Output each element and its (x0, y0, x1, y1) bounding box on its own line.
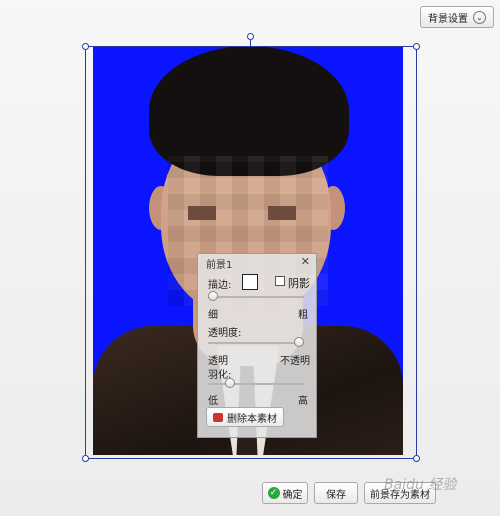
watermark: Baidu 经验 (384, 477, 457, 493)
rotate-handle[interactable] (247, 33, 254, 40)
stroke-slider-knob[interactable] (208, 291, 218, 301)
left-eye-shape (188, 206, 216, 220)
feather-slider-knob[interactable] (225, 378, 235, 388)
foreground-panel: 前景1 ✕ 描边: 阴影 细 粗 透明度: 透明 不透明 羽化: 低 高 删除本… (197, 253, 317, 438)
thin-label: 细 (208, 310, 218, 321)
save-label: 保存 (326, 489, 346, 501)
resize-handle-bottom-left[interactable] (82, 455, 89, 462)
stroke-color-swatch[interactable] (242, 274, 258, 290)
low-label: 低 (208, 396, 218, 407)
save-button[interactable]: 保存 (314, 482, 358, 504)
resize-handle-top-right[interactable] (413, 43, 420, 50)
delete-material-button[interactable]: 删除本素材 (206, 407, 284, 427)
feather-slider[interactable] (208, 378, 304, 388)
rotation-line (250, 40, 251, 46)
not-transparent-label: 不透明 (280, 356, 310, 367)
opaque-label: 透明 (208, 356, 228, 367)
delete-icon (213, 412, 223, 422)
chevron-down-icon: ⌄ (473, 10, 486, 24)
confirm-button[interactable]: ✓ 确定 (262, 482, 308, 504)
background-settings-label: 背景设置 (428, 13, 468, 25)
background-settings-button[interactable]: 背景设置 ⌄ (420, 6, 494, 28)
right-eye-shape (268, 206, 296, 220)
checkmark-icon: ✓ (267, 487, 280, 499)
thick-label: 粗 (298, 310, 308, 321)
stroke-slider[interactable] (208, 291, 304, 301)
opacity-slider-knob[interactable] (294, 337, 304, 347)
confirm-label: 确定 (282, 489, 303, 501)
stroke-label: 描边: (208, 280, 232, 291)
resize-handle-top-left[interactable] (82, 43, 89, 50)
resize-handle-bottom-right[interactable] (413, 455, 420, 462)
opacity-label: 透明度: (208, 328, 242, 339)
shadow-checkbox[interactable] (275, 276, 285, 286)
panel-title: 前景1 (206, 260, 233, 271)
shadow-label: 阴影 (288, 277, 310, 290)
opacity-slider[interactable] (208, 337, 304, 347)
high-label: 高 (298, 396, 308, 407)
close-icon[interactable]: ✕ (301, 255, 310, 268)
delete-material-label: 删除本素材 (227, 413, 277, 425)
